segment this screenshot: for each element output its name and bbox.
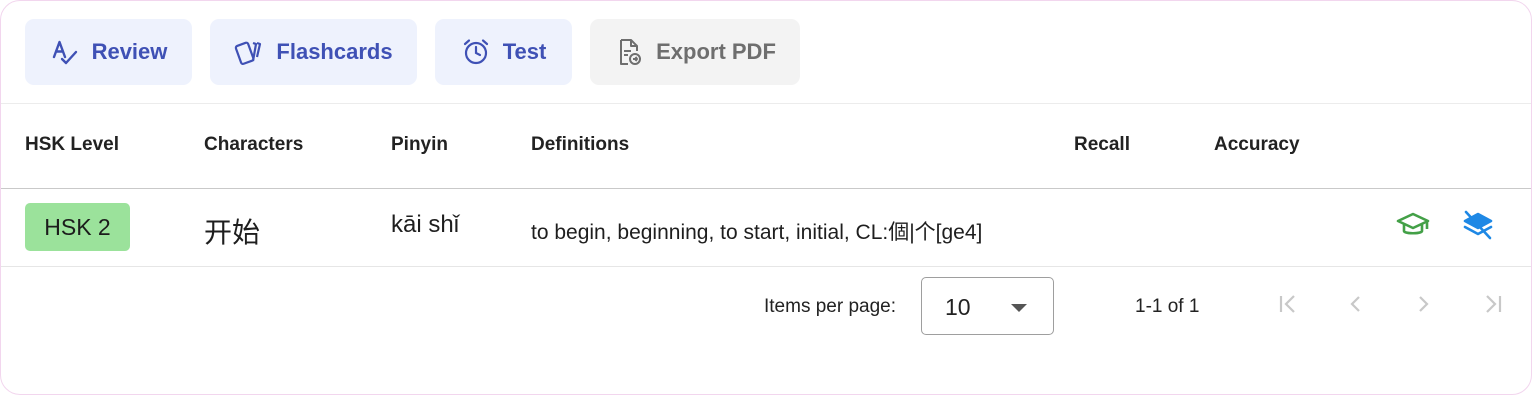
paginator: Items per page: 10 1-1 of 1 xyxy=(1,267,1531,347)
items-per-page-label: Items per page: xyxy=(764,296,897,317)
layers-off-icon xyxy=(1461,208,1495,247)
header-recall[interactable]: Recall xyxy=(1074,134,1130,156)
first-page-button[interactable] xyxy=(1273,291,1303,321)
pinyin-cell: kāi shǐ xyxy=(391,211,460,238)
spellcheck-icon xyxy=(50,37,80,67)
header-hsk-level[interactable]: HSK Level xyxy=(25,134,119,156)
characters-cell: 开始 xyxy=(204,216,261,249)
last-page-button[interactable] xyxy=(1478,291,1508,321)
remove-from-deck-button[interactable] xyxy=(1460,209,1496,245)
table-header: HSK Level Characters Pinyin Definitions … xyxy=(1,104,1531,189)
page-size-value: 10 xyxy=(945,294,971,320)
export-pdf-button[interactable]: Export PDF xyxy=(590,19,800,85)
next-page-button[interactable] xyxy=(1408,291,1438,321)
review-button[interactable]: Review xyxy=(25,19,192,85)
hsk-level-badge: HSK 2 xyxy=(25,203,130,251)
header-characters[interactable]: Characters xyxy=(204,134,303,156)
header-pinyin[interactable]: Pinyin xyxy=(391,134,448,156)
flashcards-button[interactable]: Flashcards xyxy=(210,19,417,85)
chevron-right-icon xyxy=(1411,292,1435,321)
first-page-icon xyxy=(1276,292,1300,321)
test-label: Test xyxy=(502,39,547,64)
previous-page-button[interactable] xyxy=(1341,291,1371,321)
export-pdf-label: Export PDF xyxy=(656,39,776,64)
page-size-select[interactable]: 10 xyxy=(921,277,1054,335)
toolbar: Review Flashcards Test Export PDF xyxy=(1,1,1531,104)
document-export-icon xyxy=(614,37,644,67)
test-button[interactable]: Test xyxy=(435,19,572,85)
header-definitions[interactable]: Definitions xyxy=(531,134,629,156)
alarm-clock-icon xyxy=(461,37,491,67)
flashcards-label: Flashcards xyxy=(276,39,393,64)
chevron-left-icon xyxy=(1344,292,1368,321)
word-list-card: Review Flashcards Test Export PDF HSK Le… xyxy=(0,0,1532,395)
header-accuracy[interactable]: Accuracy xyxy=(1214,134,1300,156)
learn-button[interactable] xyxy=(1395,209,1431,245)
chevron-down-icon xyxy=(1011,304,1027,312)
table-row[interactable]: HSK 2 开始 kāi shǐ to begin, beginning, to… xyxy=(1,189,1531,267)
range-label: 1-1 of 1 xyxy=(1135,296,1200,317)
cards-icon xyxy=(234,37,264,67)
review-label: Review xyxy=(91,39,168,64)
last-page-icon xyxy=(1481,292,1505,321)
graduation-cap-icon xyxy=(1396,210,1430,245)
definitions-cell: to begin, beginning, to start, initial, … xyxy=(531,221,983,244)
